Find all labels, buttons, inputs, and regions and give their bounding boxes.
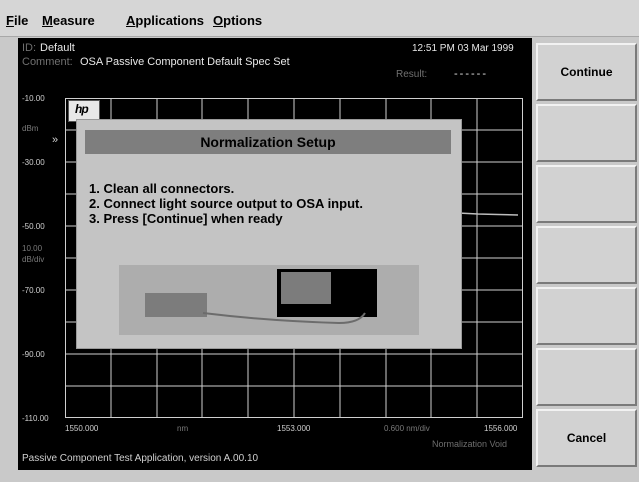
instrument-screen: ID: Default 12:51 PM 03 Mar 1999 Comment… bbox=[18, 38, 532, 470]
result-value: ------ bbox=[454, 68, 488, 80]
status-text: Normalization Void bbox=[432, 439, 508, 449]
y-scale-value: 10.00 bbox=[22, 244, 43, 253]
softkey-6[interactable] bbox=[536, 348, 637, 406]
y-tick-label: -30.00 bbox=[22, 158, 45, 167]
id-value: Default bbox=[40, 42, 75, 54]
datetime: 12:51 PM 03 Mar 1999 bbox=[412, 43, 514, 54]
x-center-label: 1553.000 bbox=[277, 424, 311, 433]
softkey-4[interactable] bbox=[536, 226, 637, 284]
x-start-label: 1550.000 bbox=[65, 424, 99, 433]
menu-options[interactable]: Options bbox=[213, 13, 262, 28]
menu-measure[interactable]: Measure bbox=[42, 13, 95, 28]
normalization-dialog: Normalization Setup 1. Clean all connect… bbox=[76, 119, 462, 349]
dialog-title: Normalization Setup bbox=[85, 130, 451, 154]
comment-label: Comment: bbox=[22, 56, 73, 68]
marker-arrow-icon: » bbox=[52, 134, 59, 146]
y-tick-label: -90.00 bbox=[22, 350, 45, 359]
y-tick-label: -70.00 bbox=[22, 286, 45, 295]
y-unit-label: dBm bbox=[22, 124, 39, 133]
spectrum-trace bbox=[458, 212, 518, 216]
connection-illustration bbox=[145, 269, 377, 325]
cancel-button[interactable]: Cancel bbox=[536, 409, 637, 467]
softkey-5[interactable] bbox=[536, 287, 637, 345]
softkey-2[interactable] bbox=[536, 104, 637, 162]
y-scale-unit: dB/div bbox=[22, 255, 45, 264]
x-unit-label: nm bbox=[177, 424, 189, 433]
y-tick-label: -110.00 bbox=[22, 414, 49, 423]
instruction-step: 2. Connect light source output to OSA in… bbox=[89, 196, 363, 211]
continue-button[interactable]: Continue bbox=[536, 43, 637, 101]
menu-applications[interactable]: Applications bbox=[126, 13, 204, 28]
softkey-3[interactable] bbox=[536, 165, 637, 223]
menu-file[interactable]: File bbox=[6, 13, 28, 28]
instruction-step: 3. Press [Continue] when ready bbox=[89, 211, 283, 226]
version-footer: Passive Component Test Application, vers… bbox=[22, 453, 259, 464]
y-tick-label: -50.00 bbox=[22, 222, 45, 231]
comment-value: OSA Passive Component Default Spec Set bbox=[80, 56, 290, 68]
x-span-label: 0.600 nm/div bbox=[384, 424, 430, 433]
id-label: ID: bbox=[22, 42, 37, 54]
instruction-step: 1. Clean all connectors. bbox=[89, 181, 235, 196]
y-tick-label: -10.00 bbox=[22, 94, 45, 103]
menu-bar: File Measure Applications Options bbox=[0, 0, 639, 37]
connection-diagram bbox=[119, 265, 419, 335]
result-label: Result: bbox=[396, 69, 428, 80]
x-stop-label: 1556.000 bbox=[484, 424, 518, 433]
